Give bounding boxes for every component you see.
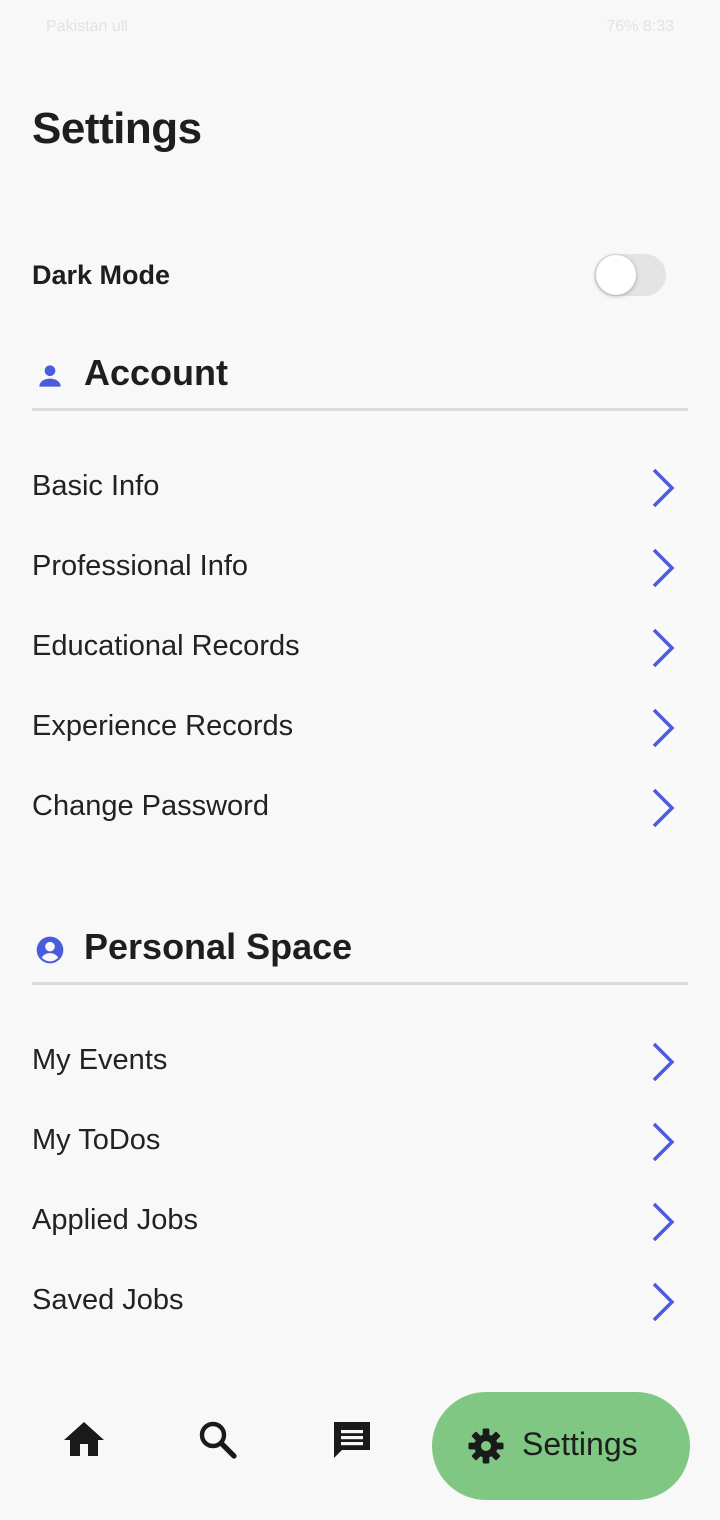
gear-icon xyxy=(468,1428,504,1464)
chevron-right-icon xyxy=(652,1122,675,1162)
account-item-experience-records[interactable]: Experience Records xyxy=(32,688,688,768)
account-section-title: Account xyxy=(84,352,228,393)
status-carrier: Pakistan ull xyxy=(46,18,128,35)
personal-space-section-title: Personal Space xyxy=(84,926,353,967)
nav-settings-label: Settings xyxy=(522,1426,638,1462)
nav-home-button[interactable] xyxy=(60,1416,108,1464)
list-item-label: Professional Info xyxy=(32,550,249,582)
personal-item-applied-jobs[interactable]: Applied Jobs xyxy=(32,1182,688,1262)
personal-space-list: My Events My ToDos Applied Jobs Saved Jo… xyxy=(32,1022,688,1342)
account-circle-icon xyxy=(36,936,64,964)
dark-mode-toggle[interactable] xyxy=(594,254,666,296)
person-icon xyxy=(39,365,61,387)
chevron-right-icon xyxy=(652,708,675,748)
account-section-header: Account xyxy=(32,352,688,411)
account-item-educational-records[interactable]: Educational Records xyxy=(32,608,688,688)
chevron-right-icon xyxy=(652,788,675,828)
personal-space-section-header: Personal Space xyxy=(32,926,688,985)
chevron-right-icon xyxy=(652,468,675,508)
status-time: 76% 8:33 xyxy=(606,18,674,35)
page-title: Settings xyxy=(32,104,202,153)
bottom-nav: Settings xyxy=(0,1392,720,1502)
chat-icon xyxy=(334,1422,370,1458)
nav-chat-button[interactable] xyxy=(328,1416,376,1464)
list-item-label: Change Password xyxy=(32,790,269,822)
personal-item-my-todos[interactable]: My ToDos xyxy=(32,1102,688,1182)
personal-item-saved-jobs[interactable]: Saved Jobs xyxy=(32,1262,688,1342)
dark-mode-label: Dark Mode xyxy=(32,260,171,290)
home-icon xyxy=(64,1422,104,1456)
list-item-label: My Events xyxy=(32,1044,168,1076)
chevron-right-icon xyxy=(652,1042,675,1082)
toggle-knob xyxy=(596,255,636,295)
list-item-label: Educational Records xyxy=(32,630,300,662)
chevron-right-icon xyxy=(652,628,675,668)
list-item-label: Applied Jobs xyxy=(32,1204,199,1236)
chevron-right-icon xyxy=(652,548,675,588)
account-list: Basic Info Professional Info Educational… xyxy=(32,448,688,848)
chevron-right-icon xyxy=(652,1202,675,1242)
list-item-label: Experience Records xyxy=(32,710,294,742)
nav-search-button[interactable] xyxy=(194,1416,242,1464)
status-bar: Pakistan ull 76% 8:33 xyxy=(0,0,720,56)
nav-settings-button[interactable]: Settings xyxy=(432,1392,690,1500)
list-item-label: Basic Info xyxy=(32,470,160,502)
list-item-label: Saved Jobs xyxy=(32,1284,184,1316)
list-item-label: My ToDos xyxy=(32,1124,161,1156)
account-item-basic-info[interactable]: Basic Info xyxy=(32,448,688,528)
dark-mode-row: Dark Mode xyxy=(32,252,672,300)
chevron-right-icon xyxy=(652,1282,675,1322)
personal-item-my-events[interactable]: My Events xyxy=(32,1022,688,1102)
search-icon xyxy=(199,1421,237,1459)
account-item-professional-info[interactable]: Professional Info xyxy=(32,528,688,608)
account-item-change-password[interactable]: Change Password xyxy=(32,768,688,848)
